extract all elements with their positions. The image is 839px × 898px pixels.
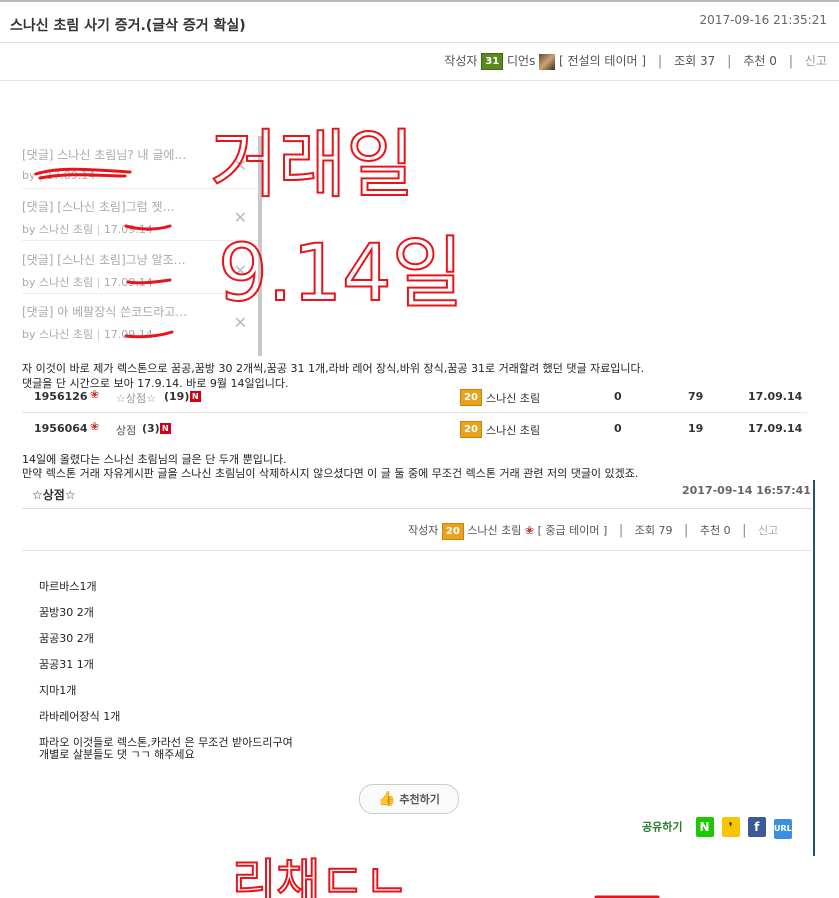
handwriting-middle: 9.14일 xyxy=(218,229,463,319)
scribble-underline xyxy=(126,278,172,285)
handwriting-overlay: 거래일 9.14일 리채ㄷㄴ xyxy=(34,121,660,898)
handwriting-top: 거래일 xyxy=(210,122,414,208)
scribble-underline xyxy=(124,330,174,339)
scribble-strike xyxy=(38,173,127,180)
scribble-underline xyxy=(124,224,172,231)
handwriting-bottom: 리채ㄷㄴ xyxy=(232,854,409,898)
